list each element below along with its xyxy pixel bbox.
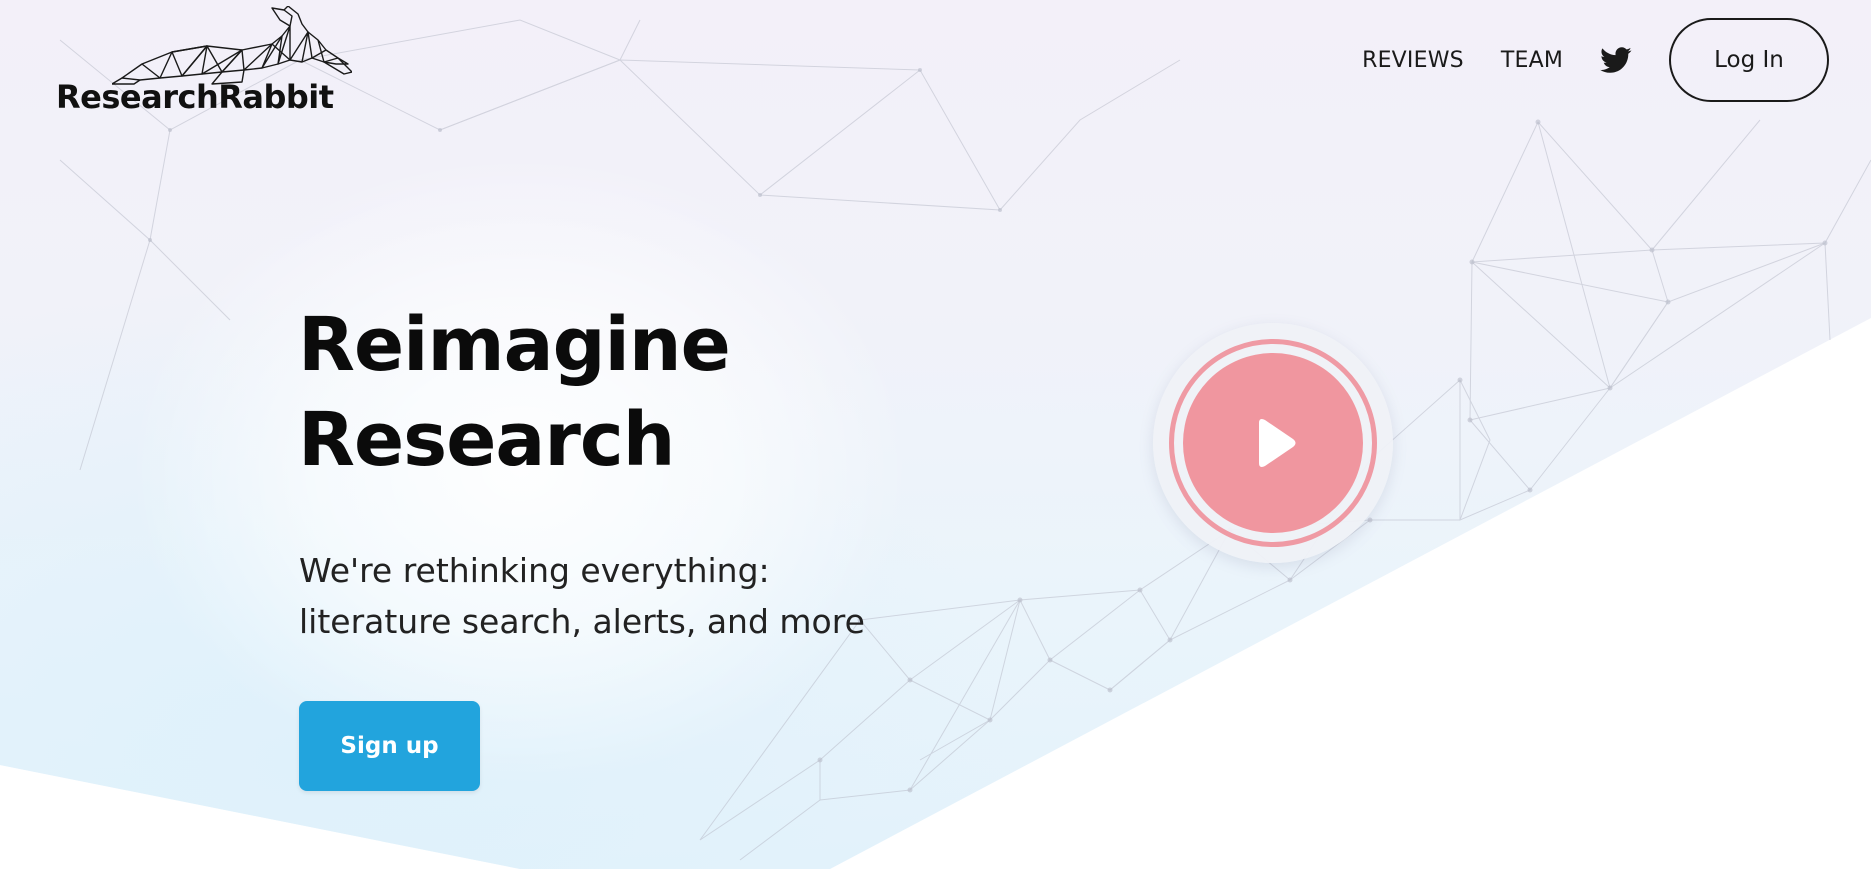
- hero-headline: Reimagine Research: [298, 298, 731, 488]
- hero-background: [0, 0, 1871, 869]
- brand-logo[interactable]: ResearchRabbit: [56, 6, 356, 118]
- top-nav: REVIEWS TEAM Log In: [1362, 16, 1829, 104]
- login-button[interactable]: Log In: [1669, 18, 1829, 102]
- nav-reviews-link[interactable]: REVIEWS: [1362, 48, 1464, 73]
- play-icon: [1259, 419, 1296, 467]
- subtext-line-2: literature search, alerts, and more: [299, 602, 865, 641]
- nav-team-link[interactable]: TEAM: [1501, 48, 1563, 73]
- headline-line-1: Reimagine: [298, 302, 731, 388]
- play-core: [1183, 353, 1363, 533]
- headline-line-2: Research: [298, 397, 675, 483]
- landing-page: ResearchRabbit REVIEWS TEAM Log In Reima…: [0, 0, 1871, 869]
- brand-name: ResearchRabbit: [56, 78, 334, 116]
- play-video-button[interactable]: [1153, 323, 1393, 563]
- twitter-link[interactable]: [1600, 46, 1632, 74]
- hero-subtext: We're rethinking everything: literature …: [299, 545, 865, 647]
- subtext-line-1: We're rethinking everything:: [299, 551, 770, 590]
- twitter-icon: [1600, 46, 1632, 73]
- signup-button[interactable]: Sign up: [299, 701, 480, 791]
- rabbit-logo-icon: [112, 6, 352, 85]
